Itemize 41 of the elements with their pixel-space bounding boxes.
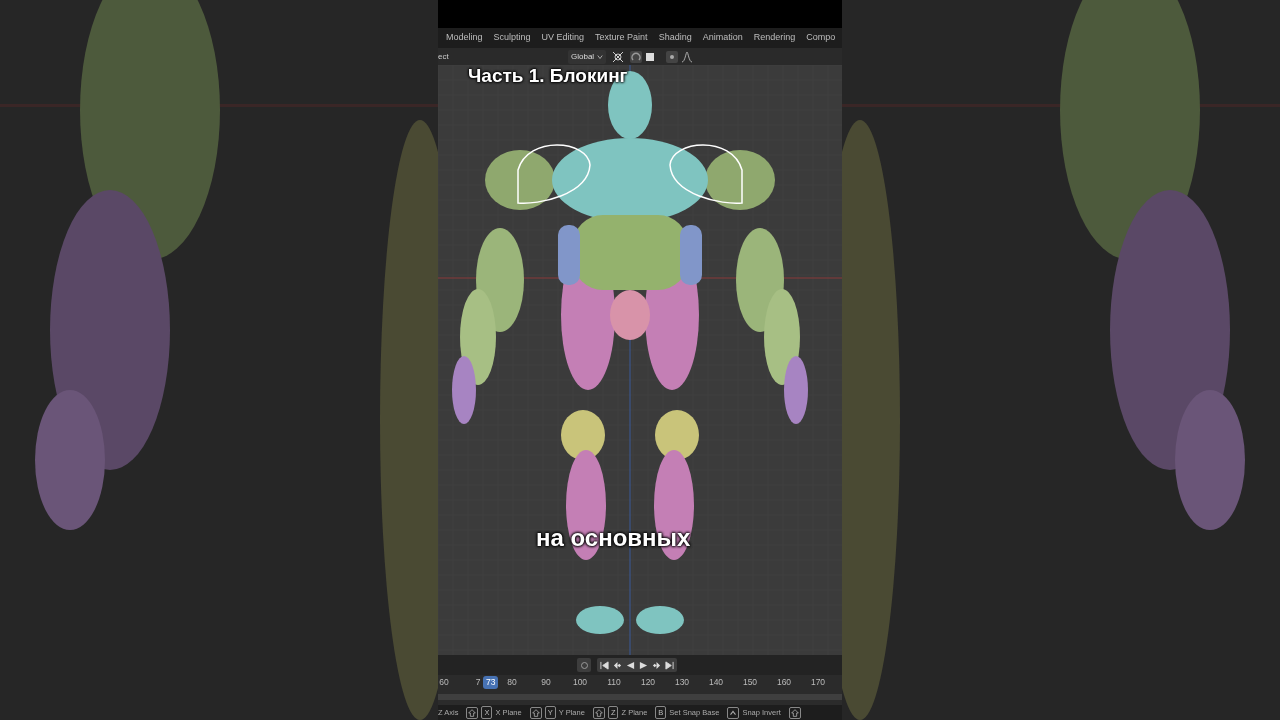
workspace-tab[interactable]: Compo xyxy=(806,31,836,45)
play-reverse-icon[interactable] xyxy=(626,660,635,670)
frame-number: 160 xyxy=(776,675,792,689)
frame-number: 140 xyxy=(708,675,724,689)
snap-target-icon[interactable] xyxy=(644,50,657,63)
keyframe-toggle[interactable] xyxy=(577,658,591,672)
play-icon[interactable] xyxy=(639,660,648,670)
snap-icon[interactable] xyxy=(630,50,643,63)
proportional-edit-icon[interactable] xyxy=(666,50,679,63)
jump-end-icon[interactable] xyxy=(665,660,674,670)
frame-number: 120 xyxy=(640,675,656,689)
workspace-tab[interactable]: Rendering xyxy=(753,31,796,45)
next-keyframe-icon[interactable] xyxy=(652,660,661,670)
frame-number: 7 xyxy=(475,675,481,689)
workspace-tab[interactable]: Animation xyxy=(702,31,743,45)
shift-key-icon xyxy=(466,706,479,719)
prev-keyframe-icon[interactable] xyxy=(613,660,622,670)
ctrl-key-icon xyxy=(727,706,740,719)
current-frame-marker[interactable]: 73 xyxy=(483,676,499,689)
workspace-tab[interactable]: Sculpting xyxy=(493,31,531,45)
frame-number: 80 xyxy=(507,675,517,689)
frame-number: 60 xyxy=(439,675,449,689)
frame-number: 130 xyxy=(674,675,690,689)
frame-number: 100 xyxy=(572,675,588,689)
jump-start-icon[interactable] xyxy=(600,660,609,670)
chevron-down-icon xyxy=(597,53,604,60)
shift-key-icon xyxy=(592,706,605,719)
frame-number: 150 xyxy=(742,675,758,689)
mode-label: ect xyxy=(438,50,450,63)
workspace-tab[interactable]: Texture Paint xyxy=(595,31,648,45)
orientation-dropdown[interactable]: Global xyxy=(568,49,607,64)
shift-key-icon xyxy=(529,706,542,719)
workspace-tab[interactable]: Modeling xyxy=(446,31,483,45)
falloff-curve-icon[interactable] xyxy=(681,50,694,63)
frame-number: 110 xyxy=(607,675,621,689)
frame-number: 90 xyxy=(541,675,551,689)
frame-number: 170 xyxy=(810,675,826,689)
shift-key-icon xyxy=(788,706,801,719)
workspace-tab[interactable]: UV Editing xyxy=(541,31,585,45)
pivot-icon[interactable] xyxy=(612,50,625,63)
workspace-tab[interactable]: Shading xyxy=(658,31,692,45)
